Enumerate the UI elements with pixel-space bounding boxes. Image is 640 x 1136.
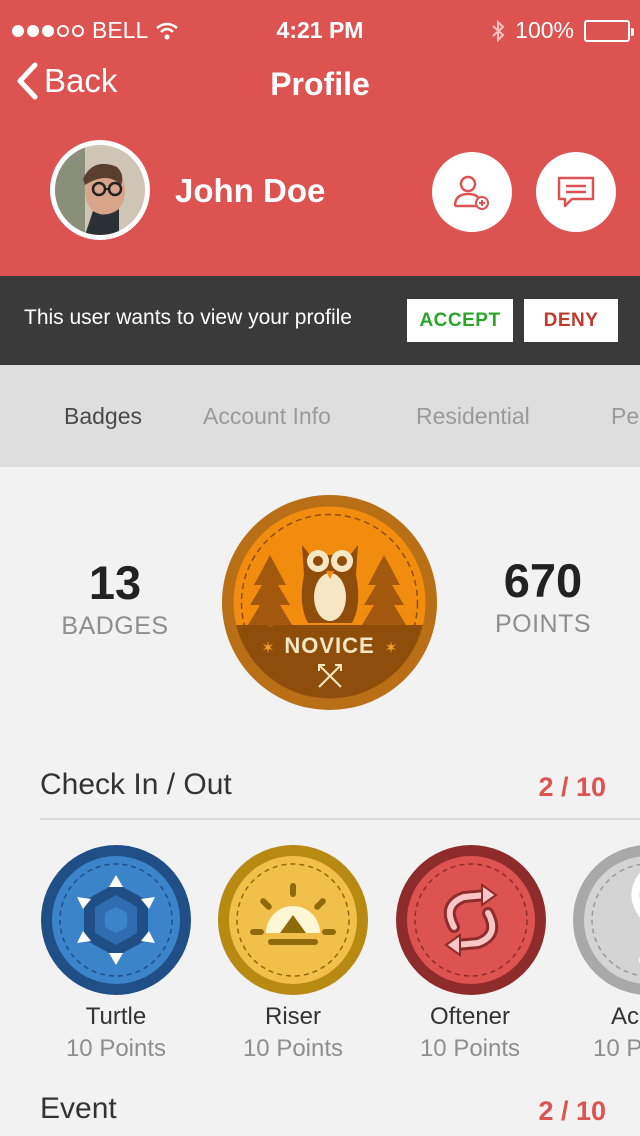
badge-points-oftener: 10 Points xyxy=(419,1035,521,1062)
tab-partial[interactable]: Pe xyxy=(611,403,639,430)
profile-header: BELL 4:21 PM 100% Back Profile John Doe xyxy=(0,0,640,276)
badge-oftener[interactable] xyxy=(396,845,546,995)
section-count-event: 2 / 10 xyxy=(538,1096,606,1126)
request-message: This user wants to view your profile xyxy=(24,306,352,329)
section-divider xyxy=(40,818,640,820)
points-label: POINTS xyxy=(494,610,592,638)
deny-button[interactable]: DENY xyxy=(524,299,618,342)
section-title-checkin: Check In / Out xyxy=(40,768,232,801)
bluetooth-icon xyxy=(492,19,505,42)
badge-points-partial: 10 P xyxy=(593,1035,640,1062)
points-count: 670 xyxy=(503,554,583,607)
badge-name-turtle: Turtle xyxy=(85,1003,147,1030)
badges-count: 13 xyxy=(88,556,142,609)
tab-badges[interactable]: Badges xyxy=(64,403,142,430)
status-bar: BELL 4:21 PM 100% xyxy=(0,0,640,60)
back-button[interactable]: Back xyxy=(16,62,117,100)
level-label: NOVICE xyxy=(284,633,374,658)
tab-residential[interactable]: Residential xyxy=(416,403,530,430)
badges-label: BADGES xyxy=(61,612,169,640)
profile-tabs: Badges Account Info Residential Pe xyxy=(0,365,640,467)
message-button[interactable] xyxy=(536,152,616,232)
badge-name-oftener: Oftener xyxy=(429,1003,511,1030)
chat-bubble-icon xyxy=(557,176,595,208)
chevron-left-icon xyxy=(17,62,38,100)
svg-text:✶: ✶ xyxy=(384,640,397,657)
section-title-event: Event xyxy=(40,1092,117,1125)
add-friend-button[interactable] xyxy=(432,152,512,232)
user-name: John Doe xyxy=(175,172,326,209)
badge-points-riser: 10 Points xyxy=(242,1035,344,1062)
badge-name-partial: Ac xyxy=(611,1003,640,1030)
accept-button[interactable]: ACCEPT xyxy=(407,299,513,342)
battery-percent: 100% xyxy=(515,17,574,43)
add-user-icon xyxy=(453,175,489,210)
section-count-checkin: 2 / 10 xyxy=(538,772,606,802)
badge-riser[interactable] xyxy=(218,845,368,995)
badge-name-riser: Riser xyxy=(264,1003,321,1030)
badge-turtle[interactable] xyxy=(41,845,191,995)
badge-points-turtle: 10 Points xyxy=(65,1035,167,1062)
badge-partial[interactable] xyxy=(573,845,640,995)
tab-account-info[interactable]: Account Info xyxy=(203,403,331,430)
back-label: Back xyxy=(44,62,118,99)
level-badge: NOVICE ✶ ✶ xyxy=(222,495,437,710)
badge-partial-labels: Ac 10 P xyxy=(573,1003,640,1073)
avatar xyxy=(50,140,150,240)
svg-text:✶: ✶ xyxy=(261,640,274,657)
battery-icon xyxy=(584,19,634,42)
